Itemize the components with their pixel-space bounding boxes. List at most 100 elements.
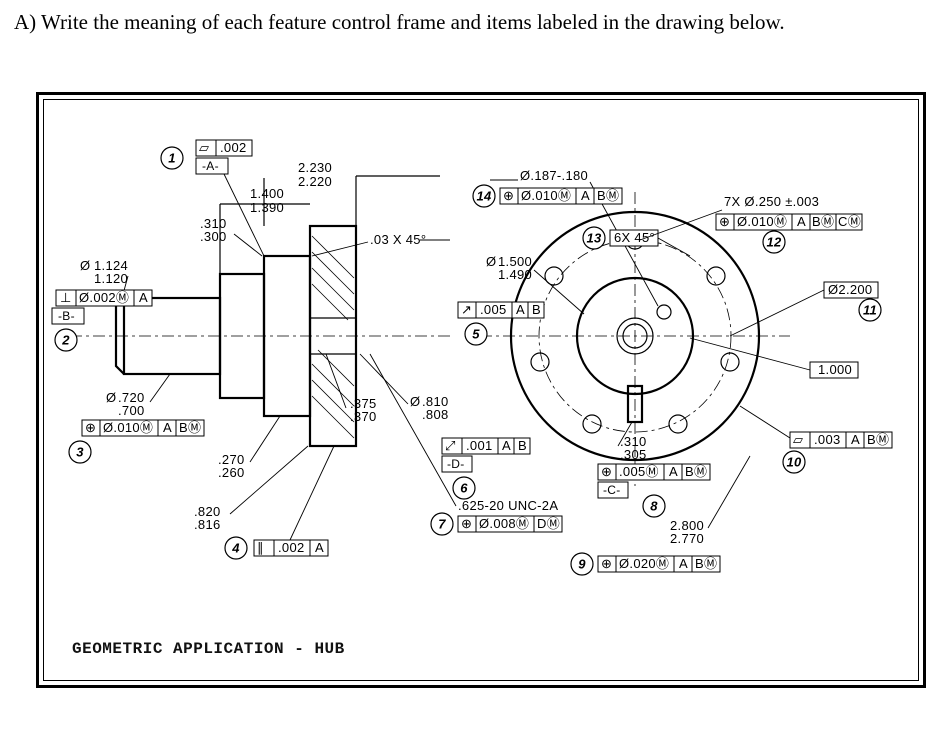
svg-text:Ø.010Ⓜ: Ø.010Ⓜ xyxy=(737,214,787,229)
svg-text:.005: .005 xyxy=(480,302,507,317)
svg-text:A: A xyxy=(163,420,172,435)
dim-1400-u: 1.400 xyxy=(250,186,284,201)
bubble-12: 12 xyxy=(766,235,782,250)
svg-text:Ø.008Ⓜ: Ø.008Ⓜ xyxy=(479,516,529,531)
fcf-par-002-A: ∥ .002 A xyxy=(254,540,328,556)
datum-B: -B- xyxy=(58,309,75,323)
svg-text:▱: ▱ xyxy=(793,432,803,447)
svg-text:B: B xyxy=(518,438,527,453)
dim-300-l: .300 xyxy=(200,229,227,244)
dim-1490-l: 1.490 xyxy=(498,267,532,282)
drawing-svg: 2.230 2.220 1.400 1.390 .310 .300 Ø 1.12… xyxy=(50,106,912,668)
svg-text:⊕: ⊕ xyxy=(503,188,514,203)
fcf-runout-005-A-B: ↗ .005 A B xyxy=(458,302,544,318)
svg-text:CⓂ: CⓂ xyxy=(838,214,861,229)
svg-text:A: A xyxy=(581,188,590,203)
bubble-14: 14 xyxy=(476,189,492,204)
dim-816-l: .816 xyxy=(194,517,221,532)
bubble-11: 11 xyxy=(863,303,877,318)
svg-text:⊥: ⊥ xyxy=(60,290,72,305)
fcf-pos-008-DM: ⊕ Ø.008Ⓜ DⓂ xyxy=(458,516,562,532)
dim-1000: 1.000 xyxy=(818,362,852,377)
datum-C: -C- xyxy=(603,483,621,497)
dim-1390-l: 1.390 xyxy=(250,200,284,215)
svg-text:A: A xyxy=(502,438,511,453)
svg-text:A: A xyxy=(315,540,324,555)
dim-370-l: .370 xyxy=(350,409,377,424)
svg-text:A: A xyxy=(851,432,860,447)
question-text: A) Write the meaning of each feature con… xyxy=(14,10,785,35)
bubble-8: 8 xyxy=(650,499,658,514)
svg-text:A: A xyxy=(679,556,688,571)
svg-text:.003: .003 xyxy=(814,432,841,447)
dim-187-180: Ø.187-.180 xyxy=(520,168,588,183)
fcf-pos-020-A-BM: ⊕ Ø.020Ⓜ A BⓂ xyxy=(598,556,720,572)
svg-text:↗: ↗ xyxy=(461,302,472,317)
svg-text:A: A xyxy=(139,290,148,305)
fcf-perp-002-A: ⊥ Ø.002Ⓜ A xyxy=(56,290,152,306)
dim-2230-u: 2.230 xyxy=(298,160,332,175)
dim-2770-l: 2.770 xyxy=(670,531,704,546)
bubble-9: 9 xyxy=(578,557,586,572)
bubble-7: 7 xyxy=(438,517,446,532)
svg-text:BⓂ: BⓂ xyxy=(695,556,717,571)
svg-text:Ø.010Ⓜ: Ø.010Ⓜ xyxy=(521,188,571,203)
fcf-flat-002: ▱ .002 xyxy=(196,140,252,156)
fcf-total-runout-001-A-B: ⤢ .001 A B xyxy=(442,438,530,454)
fcf-flat-003-A-BM: ▱ .003 A BⓂ xyxy=(790,432,892,448)
dim-2200: Ø2.200 xyxy=(828,282,872,297)
fcf-pos-010-A-BM-CM: ⊕ Ø.010Ⓜ A BⓂ CⓂ xyxy=(716,214,862,230)
dim-1120-l: 1.120 xyxy=(94,271,128,286)
fcf-pos-010-A-BM-item14: ⊕ Ø.010Ⓜ A BⓂ xyxy=(500,188,622,204)
svg-text:Ø.002Ⓜ: Ø.002Ⓜ xyxy=(79,290,129,305)
svg-text:BⓂ: BⓂ xyxy=(812,214,834,229)
svg-text:.001: .001 xyxy=(466,438,493,453)
dim-808-l: .808 xyxy=(422,407,449,422)
datum-D: -D- xyxy=(447,457,465,471)
svg-text:⤢: ⤢ xyxy=(445,438,456,453)
dim-700-l: .700 xyxy=(118,403,145,418)
svg-text:.002: .002 xyxy=(278,540,305,555)
svg-text:BⓂ: BⓂ xyxy=(597,188,619,203)
svg-text:⊕: ⊕ xyxy=(719,214,730,229)
bubble-6: 6 xyxy=(460,481,468,496)
dim-305-l: .305 xyxy=(620,447,647,462)
svg-text:BⓂ: BⓂ xyxy=(685,464,707,479)
bubble-13: 13 xyxy=(586,231,602,246)
chamfer-shaft-note: .03 X 45° xyxy=(370,232,426,247)
bubble-10: 10 xyxy=(786,455,802,470)
svg-text:6X 45°: 6X 45° xyxy=(614,230,655,245)
svg-text:▱: ▱ xyxy=(199,140,209,155)
dim-2220-l: 2.220 xyxy=(298,174,332,189)
svg-text:BⓂ: BⓂ xyxy=(179,420,201,435)
chamfer-flange-box: 6X 45° xyxy=(610,230,658,246)
bubble-2: 2 xyxy=(61,333,70,348)
svg-text:.002: .002 xyxy=(220,140,247,155)
fcf-pos-005-A-BM: ⊕ .005Ⓜ A BⓂ xyxy=(598,464,710,480)
thread-note: .625-20 UNC-2A xyxy=(458,498,558,513)
svg-text:⊕: ⊕ xyxy=(601,556,612,571)
sym-dia-1500: Ø xyxy=(486,254,496,269)
svg-text:A: A xyxy=(797,214,806,229)
bubble-3: 3 xyxy=(76,445,84,460)
drawing-svg-container: 2.230 2.220 1.400 1.390 .310 .300 Ø 1.12… xyxy=(50,106,912,668)
datum-A: -A- xyxy=(202,159,219,173)
svg-text:.005Ⓜ: .005Ⓜ xyxy=(619,464,659,479)
svg-text:Ø.010Ⓜ: Ø.010Ⓜ xyxy=(103,420,153,435)
svg-text:B: B xyxy=(532,302,541,317)
dim-260-l: .260 xyxy=(218,465,245,480)
svg-text:Ø.020Ⓜ: Ø.020Ⓜ xyxy=(619,556,669,571)
svg-text:∥: ∥ xyxy=(257,540,264,555)
holes-note: 7X Ø.250 ±.003 xyxy=(724,194,819,209)
svg-text:⊕: ⊕ xyxy=(461,516,472,531)
bubble-5: 5 xyxy=(472,327,480,342)
sym-dia-810: Ø xyxy=(410,394,420,409)
bubble-1: 1 xyxy=(168,151,176,166)
sym-dia-720: Ø xyxy=(106,390,116,405)
dim-1124-u: Ø xyxy=(80,258,90,273)
svg-text:⊕: ⊕ xyxy=(85,420,96,435)
svg-text:DⓂ: DⓂ xyxy=(537,516,560,531)
svg-text:A: A xyxy=(669,464,678,479)
bubble-4: 4 xyxy=(231,541,240,556)
svg-text:A: A xyxy=(516,302,525,317)
